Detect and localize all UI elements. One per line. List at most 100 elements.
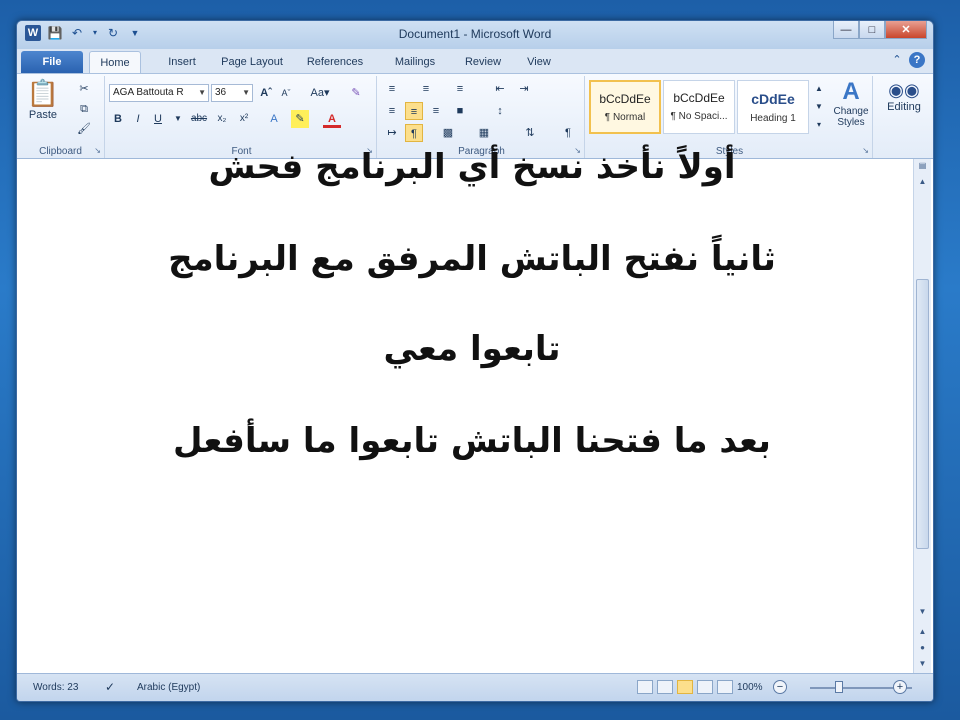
zoom-in-icon[interactable]: + bbox=[893, 680, 907, 694]
style-no-spacing-name: ¶ No Spaci... bbox=[670, 111, 728, 122]
font-name-combo[interactable]: AGA Battouta R ▼ bbox=[109, 84, 209, 102]
bold-icon[interactable]: B bbox=[109, 110, 127, 128]
decrease-indent-icon[interactable]: ⇤ bbox=[491, 80, 509, 98]
word-count[interactable]: Words: 23 bbox=[33, 682, 78, 693]
paste-button[interactable]: 📋 Paste bbox=[23, 78, 63, 121]
underline-icon[interactable]: U bbox=[149, 110, 167, 128]
vertical-scrollbar[interactable]: ▤ ▲ ▼ ▲ ● ▼ bbox=[913, 159, 931, 675]
rtl-direction-icon[interactable]: ¶ bbox=[405, 124, 423, 142]
zoom-level[interactable]: 100% bbox=[737, 682, 763, 693]
ribbon-help-controls: ⌃ ? bbox=[889, 52, 925, 68]
style-no-spacing-sample: bCcDdEe bbox=[673, 91, 725, 105]
multilevel-list-icon[interactable]: ≡ bbox=[451, 80, 469, 98]
cut-icon[interactable]: ✂ bbox=[75, 80, 93, 98]
change-case-icon[interactable]: Aa▾ bbox=[307, 84, 333, 102]
tab-insert[interactable]: Insert bbox=[157, 51, 207, 73]
increase-indent-icon[interactable]: ⇥ bbox=[515, 80, 533, 98]
numbering-icon[interactable]: ≡ bbox=[417, 80, 435, 98]
help-icon[interactable]: ? bbox=[909, 52, 925, 68]
style-normal[interactable]: bCcDdEe ¶ Normal bbox=[589, 80, 661, 134]
language-indicator[interactable]: Arabic (Egypt) bbox=[137, 682, 200, 693]
window-title: Document1 - Microsoft Word bbox=[398, 27, 552, 41]
grow-font-icon[interactable]: Aˆ bbox=[257, 84, 275, 102]
style-no-spacing[interactable]: bCcDdEe ¶ No Spaci... bbox=[663, 80, 735, 134]
superscript-icon[interactable]: x² bbox=[235, 110, 253, 128]
font-size-dropdown-icon[interactable]: ▼ bbox=[242, 85, 250, 101]
font-size-combo[interactable]: 36 ▼ bbox=[211, 84, 253, 102]
tab-references[interactable]: References bbox=[299, 51, 371, 73]
underline-dropdown-icon[interactable]: ▼ bbox=[169, 110, 187, 128]
zoom-slider-thumb[interactable] bbox=[835, 681, 843, 693]
clipboard-group-label: Clipboard bbox=[39, 146, 82, 157]
line-spacing-icon[interactable]: ↕ bbox=[491, 102, 509, 120]
tab-view[interactable]: View bbox=[517, 51, 561, 73]
tab-page-layout[interactable]: Page Layout bbox=[215, 51, 289, 73]
clear-formatting-icon[interactable]: ✎ bbox=[347, 84, 365, 102]
copy-icon[interactable]: ⧉ bbox=[75, 100, 93, 118]
bullets-icon[interactable]: ≡ bbox=[383, 80, 401, 98]
tab-file[interactable]: File bbox=[21, 51, 83, 73]
editing-button[interactable]: ◉◉ Editing bbox=[879, 80, 929, 113]
minimize-button[interactable]: — bbox=[833, 21, 859, 39]
change-styles-label: Change Styles bbox=[833, 106, 869, 128]
tab-home[interactable]: Home bbox=[89, 51, 141, 73]
clipboard-launcher-icon[interactable]: ↘ bbox=[94, 146, 101, 155]
outline-view-icon[interactable] bbox=[697, 680, 713, 694]
shading-icon[interactable]: ▩ bbox=[439, 124, 457, 142]
style-heading-1-name: Heading 1 bbox=[750, 113, 796, 124]
clipboard-group: 📋 Paste ✂ ⧉ 🖌 Clipboard ↘ bbox=[17, 76, 105, 158]
document-line-3: تابعوا معي bbox=[383, 329, 561, 369]
maximize-button[interactable]: □ bbox=[859, 21, 885, 39]
change-styles-button[interactable]: A Change Styles bbox=[829, 78, 873, 128]
web-layout-icon[interactable] bbox=[677, 680, 693, 694]
close-button[interactable]: ✕ bbox=[885, 21, 927, 39]
align-right-icon[interactable]: ≡ bbox=[427, 102, 445, 120]
binoculars-icon: ◉◉ bbox=[888, 80, 920, 100]
word-window: W 💾 ↶ ▾ ↻ ▼ Document1 - Microsoft Word —… bbox=[16, 20, 934, 702]
tab-review[interactable]: Review bbox=[457, 51, 509, 73]
browse-object-icon[interactable]: ● bbox=[914, 641, 931, 655]
paragraph-group: ≡ ≡ ≡ ⇤ ⇥ ≡ ≡ ≡ ■ ↕ ↦ ¶ ▩ ▦ ⇅ ¶ Paragrap… bbox=[379, 76, 585, 158]
print-layout-view-icon[interactable] bbox=[637, 680, 653, 694]
document-line-2: ثانياً نفتح الباتش المرفق مع البرنامج bbox=[168, 239, 776, 279]
status-bar: Words: 23 ✓ Arabic (Egypt) 100% − + bbox=[17, 673, 933, 701]
scroll-up-icon[interactable]: ▲ bbox=[914, 175, 931, 189]
next-page-icon[interactable]: ▼ bbox=[914, 657, 931, 671]
highlight-icon[interactable]: ✎ bbox=[291, 110, 309, 128]
borders-icon[interactable]: ▦ bbox=[475, 124, 493, 142]
show-formatting-icon[interactable]: ¶ bbox=[559, 124, 577, 142]
justify-icon[interactable]: ■ bbox=[451, 102, 469, 120]
styles-launcher-icon[interactable]: ↘ bbox=[862, 146, 869, 155]
ltr-direction-icon[interactable]: ↦ bbox=[383, 124, 401, 142]
sort-icon[interactable]: ⇅ bbox=[521, 124, 539, 142]
strikethrough-icon[interactable]: abc bbox=[187, 110, 211, 128]
font-name-dropdown-icon[interactable]: ▼ bbox=[198, 85, 206, 101]
align-left-icon[interactable]: ≡ bbox=[383, 102, 401, 120]
styles-scroll-icon[interactable]: ▲ ▼ ▾ bbox=[813, 80, 825, 134]
shrink-font-icon[interactable]: Aˇ bbox=[277, 84, 295, 102]
scroll-thumb[interactable] bbox=[916, 279, 929, 549]
zoom-out-icon[interactable]: − bbox=[773, 680, 787, 694]
style-heading-1-sample: cDdEe bbox=[751, 91, 795, 107]
styles-group: bCcDdEe ¶ Normal bCcDdEe ¶ No Spaci... c… bbox=[587, 76, 873, 158]
full-screen-reading-icon[interactable] bbox=[657, 680, 673, 694]
italic-icon[interactable]: I bbox=[129, 110, 147, 128]
font-color-icon[interactable]: A bbox=[323, 110, 341, 128]
ruler-toggle-icon[interactable]: ▤ bbox=[914, 159, 931, 173]
text-effects-icon[interactable]: A bbox=[265, 110, 283, 128]
document-page[interactable]: أولاً نأخذ نسخ أي البرنامج فحش ثانياً نف… bbox=[17, 147, 933, 675]
draft-view-icon[interactable] bbox=[717, 680, 733, 694]
previous-page-icon[interactable]: ▲ bbox=[914, 625, 931, 639]
style-heading-1[interactable]: cDdEe Heading 1 bbox=[737, 80, 809, 134]
align-center-icon[interactable]: ≡ bbox=[405, 102, 423, 120]
change-styles-icon: A bbox=[842, 78, 860, 105]
editing-label: Editing bbox=[887, 101, 921, 113]
minimize-ribbon-icon[interactable]: ⌃ bbox=[889, 52, 905, 68]
scroll-down-icon[interactable]: ▼ bbox=[914, 605, 931, 619]
subscript-icon[interactable]: x₂ bbox=[213, 110, 231, 128]
format-painter-icon[interactable]: 🖌 bbox=[75, 120, 93, 138]
tab-mailings[interactable]: Mailings bbox=[383, 51, 447, 73]
proofing-icon[interactable]: ✓ bbox=[105, 680, 115, 694]
font-size-value: 36 bbox=[215, 87, 227, 98]
ribbon-tabs: File Home Insert Page Layout References … bbox=[17, 49, 933, 73]
